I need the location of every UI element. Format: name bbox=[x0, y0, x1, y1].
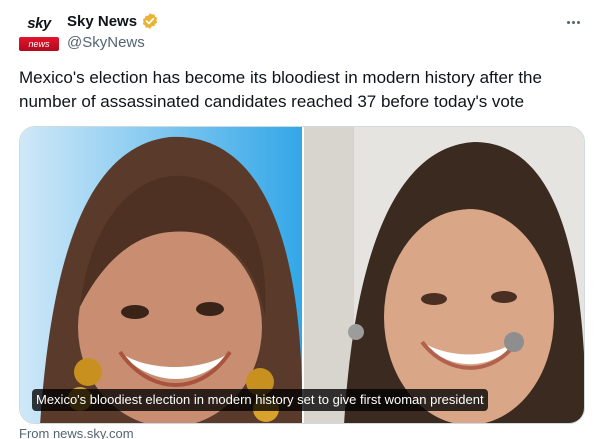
sky-news-avatar[interactable]: sky news bbox=[19, 14, 59, 54]
avatar-logo-word: sky bbox=[27, 15, 51, 32]
candidate-photo-right bbox=[304, 127, 584, 423]
verified-badge-icon bbox=[141, 12, 159, 30]
more-dot bbox=[571, 20, 575, 24]
avatar-logo-sub: news bbox=[19, 37, 59, 51]
account-handle[interactable]: @SkyNews bbox=[67, 34, 145, 51]
tweet-text: Mexico's election has become its bloodie… bbox=[19, 68, 542, 111]
card-caption: Mexico's bloodiest election in modern hi… bbox=[32, 389, 488, 411]
account-name-row: Sky News bbox=[67, 12, 159, 30]
display-name[interactable]: Sky News bbox=[67, 13, 137, 30]
more-dot bbox=[576, 20, 580, 24]
link-card[interactable]: Mexico's bloodiest election in modern hi… bbox=[19, 126, 585, 424]
candidate-photo-left bbox=[20, 127, 302, 423]
more-horizontal-icon bbox=[566, 20, 570, 24]
source-link[interactable]: From news.sky.com bbox=[19, 427, 134, 439]
more-options-button[interactable] bbox=[562, 12, 584, 32]
